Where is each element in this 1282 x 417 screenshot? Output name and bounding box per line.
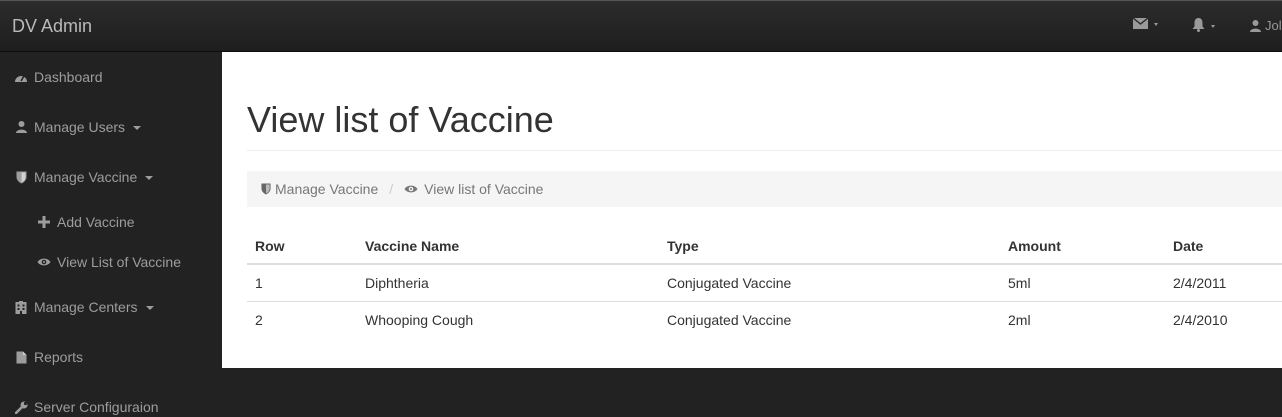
table-cell: Conjugated Vaccine <box>667 312 792 328</box>
sidebar-item-dashboard[interactable]: Dashboard <box>14 69 236 85</box>
sidebar-item-label: View List of Vaccine <box>57 254 181 270</box>
wrench-icon <box>14 400 28 414</box>
column-header: Amount <box>1008 238 1061 254</box>
column-header: Row <box>255 238 285 254</box>
envelope-icon <box>1133 18 1148 29</box>
sidebar-item-label: Manage Users <box>34 119 126 135</box>
sidebar-item-manage-centers[interactable]: Manage Centers <box>14 299 236 315</box>
chevron-down-icon <box>1154 23 1158 26</box>
table-cell: Whooping Cough <box>365 312 474 328</box>
sidebar-item-label: Server Configuraion <box>34 399 159 415</box>
hospital-icon <box>14 300 28 314</box>
sidebar-item-label: Add Vaccine <box>57 214 135 230</box>
alerts-dropdown[interactable] <box>1192 18 1215 32</box>
page-content: View list of Vaccine Manage Vaccine / Vi… <box>222 52 1282 368</box>
user-icon <box>1250 19 1261 32</box>
table-cell: 5ml <box>1008 275 1031 291</box>
sidebar-item-manage-vaccine[interactable]: Manage Vaccine <box>14 169 236 185</box>
brand-logo[interactable]: DV Admin <box>12 16 92 37</box>
breadcrumb-label: View list of Vaccine <box>424 181 544 197</box>
dashboard-icon <box>14 70 28 84</box>
eye-icon <box>37 255 51 269</box>
bell-icon <box>1192 18 1205 32</box>
table-cell: Conjugated Vaccine <box>667 275 792 291</box>
table-cell: 2/4/2011 <box>1173 275 1227 291</box>
page-title: View list of Vaccine <box>247 99 554 140</box>
breadcrumb-item-current: View list of Vaccine <box>404 181 543 197</box>
user-icon <box>14 120 28 134</box>
sidebar-item-label: Manage Vaccine <box>34 169 138 185</box>
sidebar-item-label: Dashboard <box>34 69 103 85</box>
sidebar-item-manage-users[interactable]: Manage Users <box>14 119 236 135</box>
table-header-row: Row Vaccine Name Type Amount Date <box>247 227 1282 265</box>
chevron-down-icon <box>1211 24 1215 28</box>
top-navbar: DV Admin Jol <box>0 0 1282 52</box>
table-cell: 1 <box>255 275 263 291</box>
table-row[interactable]: 2 Whooping Cough Conjugated Vaccine 2ml … <box>247 302 1282 339</box>
breadcrumb-item-manage-vaccine[interactable]: Manage Vaccine <box>261 181 378 197</box>
chevron-down-icon <box>145 306 154 310</box>
eye-icon <box>404 185 418 193</box>
plus-icon <box>37 215 51 229</box>
shield-icon <box>261 183 271 195</box>
messages-dropdown[interactable] <box>1133 18 1158 29</box>
column-header: Date <box>1173 238 1204 254</box>
table-cell: 2/4/2010 <box>1173 312 1228 328</box>
breadcrumb-separator: / <box>389 181 394 197</box>
sidebar-item-label: Reports <box>34 349 84 365</box>
user-name: Jol <box>1265 18 1282 33</box>
table-cell: 2 <box>255 312 263 328</box>
sidebar-item-server-configuration[interactable]: Server Configuraion <box>14 399 236 415</box>
sidebar-item-reports[interactable]: Reports <box>14 349 236 365</box>
table-cell: 2ml <box>1008 312 1031 328</box>
breadcrumb: Manage Vaccine / View list of Vaccine <box>247 171 1282 207</box>
table-row[interactable]: 1 Diphtheria Conjugated Vaccine 5ml 2/4/… <box>247 265 1282 302</box>
column-header: Type <box>667 238 699 254</box>
breadcrumb-label: Manage Vaccine <box>275 181 379 197</box>
file-icon <box>14 350 28 364</box>
title-divider <box>247 150 1282 151</box>
sidebar-item-label: Manage Centers <box>34 299 138 315</box>
user-dropdown[interactable]: Jol <box>1250 18 1282 33</box>
shield-icon <box>14 170 28 184</box>
table-cell: Diphtheria <box>365 275 429 291</box>
chevron-down-icon <box>133 126 142 130</box>
sidebar: Dashboard Manage Users Manage Vaccine Ad… <box>0 52 222 417</box>
column-header: Vaccine Name <box>365 238 460 254</box>
chevron-down-icon <box>145 176 154 180</box>
